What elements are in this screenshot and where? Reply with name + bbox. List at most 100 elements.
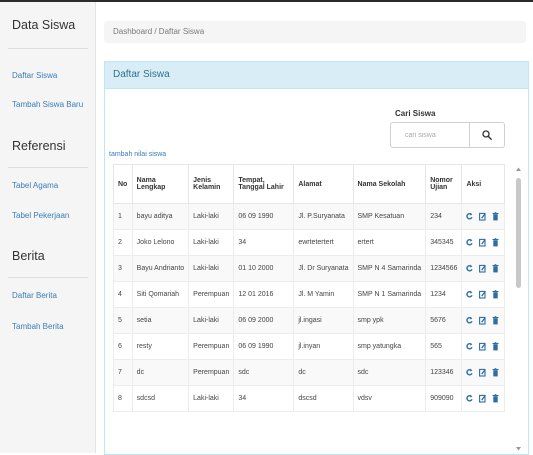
sidebar-item-daftar-berita[interactable]: Daftar Berita xyxy=(12,291,57,300)
cell-no: 6 xyxy=(113,333,133,360)
column-header-nomor-ujian: Nomor Ujian xyxy=(425,164,463,204)
sidebar-divider xyxy=(8,277,88,278)
add-grade-link[interactable]: tambah nilai siswa xyxy=(109,151,166,158)
refresh-icon[interactable] xyxy=(466,212,474,221)
cell-jenis-kelamin: Laki-laki xyxy=(188,203,235,230)
edit-icon[interactable] xyxy=(479,368,487,377)
trash-icon[interactable] xyxy=(492,238,499,247)
edit-icon[interactable] xyxy=(479,212,487,221)
student-list-panel: Daftar Siswa Cari Siswa tambah nilai sis… xyxy=(104,61,529,455)
trash-icon[interactable] xyxy=(492,264,499,273)
refresh-icon[interactable] xyxy=(466,238,474,247)
refresh-icon[interactable] xyxy=(466,264,474,273)
table-row: 1 bayu aditya Laki-laki 06 09 1990 Jl. P.Sur… xyxy=(113,203,505,230)
sidebar-heading-data-siswa: Data Siswa xyxy=(12,18,76,32)
cell-nomor-ujian: 234 xyxy=(425,203,463,230)
refresh-icon[interactable] xyxy=(466,368,474,377)
cell-alamat: Jl. Dr Suryanata xyxy=(293,255,354,282)
cell-nama-lengkap: dc xyxy=(131,359,190,386)
student-table: No Nama Lengkap Jenis Kelamin Tempat, Ta… xyxy=(113,164,505,412)
cell-alamat: jl.inyan xyxy=(293,333,354,360)
cell-nama-lengkap: Bayu Andrianto xyxy=(131,255,190,282)
cell-tempat-tanggal-lahir: sdc xyxy=(233,359,295,386)
cell-tempat-tanggal-lahir: 34 xyxy=(233,229,295,256)
cell-tempat-tanggal-lahir: 12 01 2016 xyxy=(233,281,295,308)
search-button[interactable] xyxy=(469,122,505,148)
cell-no: 1 xyxy=(113,203,133,230)
edit-icon[interactable] xyxy=(479,394,487,403)
cell-nama-sekolah: SMP Kesatuan xyxy=(352,203,427,230)
cell-jenis-kelamin: Perempuan xyxy=(188,333,235,360)
edit-icon[interactable] xyxy=(479,316,487,325)
table-scrollbar[interactable] xyxy=(515,166,522,452)
refresh-icon[interactable] xyxy=(466,290,474,299)
table-row: 8 sdcsd Laki-laki 34 dscsd vdsv 909090 xyxy=(113,385,505,412)
cell-no: 3 xyxy=(113,255,133,282)
cell-nama-sekolah: ertert xyxy=(352,229,427,256)
trash-icon[interactable] xyxy=(492,212,499,221)
cell-aksi xyxy=(461,203,505,230)
scrollbar-thumb[interactable] xyxy=(516,178,521,288)
sidebar-heading-berita: Berita xyxy=(12,249,45,263)
sidebar-item-tabel-pekerjaan[interactable]: Tabel Pekerjaan xyxy=(12,211,69,220)
cell-alamat: ewrtetertert xyxy=(293,229,354,256)
trash-icon[interactable] xyxy=(492,342,499,351)
table-row: 4 Siti Qomariah Perempuan 12 01 2016 Jl. M Y… xyxy=(113,281,505,308)
column-header-no: No xyxy=(113,164,133,204)
refresh-icon[interactable] xyxy=(466,394,474,403)
trash-icon[interactable] xyxy=(492,316,499,325)
search-input[interactable] xyxy=(390,122,470,148)
table-header-row: No Nama Lengkap Jenis Kelamin Tempat, Ta… xyxy=(113,164,505,204)
cell-nama-lengkap: Siti Qomariah xyxy=(131,281,190,308)
cell-nomor-ujian: 1234 xyxy=(425,281,463,308)
sidebar-heading-referensi: Referensi xyxy=(12,139,66,153)
table-row: 7 dc Perempuan sdc dc sdc 123346 xyxy=(113,359,505,386)
trash-icon[interactable] xyxy=(492,394,499,403)
breadcrumb[interactable]: Dashboard / Daftar Siswa xyxy=(104,21,526,43)
search-icon xyxy=(482,130,492,140)
cell-nama-sekolah: sdc xyxy=(352,359,427,386)
cell-jenis-kelamin: Laki-laki xyxy=(188,307,235,334)
cell-alamat: dc xyxy=(293,359,354,386)
sidebar-divider xyxy=(8,48,88,49)
table-body: 1 bayu aditya Laki-laki 06 09 1990 Jl. P.Sur… xyxy=(113,203,505,412)
cell-aksi xyxy=(461,333,505,360)
edit-icon[interactable] xyxy=(479,264,487,273)
cell-no: 8 xyxy=(113,385,133,412)
cell-jenis-kelamin: Laki-laki xyxy=(188,229,235,256)
scroll-up-arrow-icon[interactable] xyxy=(515,166,522,172)
sidebar-item-tabel-agama[interactable]: Tabel Agama xyxy=(12,181,58,190)
cell-nama-lengkap: Joko Lelono xyxy=(131,229,190,256)
cell-nama-sekolah: vdsv xyxy=(352,385,427,412)
cell-tempat-tanggal-lahir: 06 09 1990 xyxy=(233,333,295,360)
table-row: 5 setia Laki-laki 06 09 2000 jl.ingasi smp yp… xyxy=(113,307,505,334)
column-header-alamat: Alamat xyxy=(293,164,354,204)
table-row: 6 resty Perempuan 06 09 1990 jl.inyan smp yat… xyxy=(113,333,505,360)
cell-aksi xyxy=(461,255,505,282)
sidebar-item-tambah-siswa-baru[interactable]: Tambah Siswa Baru xyxy=(12,100,83,109)
cell-nomor-ujian: 5676 xyxy=(425,307,463,334)
trash-icon[interactable] xyxy=(492,290,499,299)
sidebar-item-tambah-berita[interactable]: Tambah Berita xyxy=(12,322,64,331)
cell-alamat: Jl. P.Suryanata xyxy=(293,203,354,230)
refresh-icon[interactable] xyxy=(466,342,474,351)
edit-icon[interactable] xyxy=(479,290,487,299)
refresh-icon[interactable] xyxy=(466,316,474,325)
scroll-down-arrow-icon[interactable] xyxy=(515,446,522,452)
cell-aksi xyxy=(461,307,505,334)
cell-nomor-ujian: 909090 xyxy=(425,385,463,412)
table-row: 3 Bayu Andrianto Laki-laki 01 10 2000 Jl. Dr… xyxy=(113,255,505,282)
cell-jenis-kelamin: Laki-laki xyxy=(188,255,235,282)
trash-icon[interactable] xyxy=(492,368,499,377)
cell-aksi xyxy=(461,229,505,256)
cell-no: 4 xyxy=(113,281,133,308)
cell-tempat-tanggal-lahir: 06 09 1990 xyxy=(233,203,295,230)
edit-icon[interactable] xyxy=(479,238,487,247)
sidebar-item-daftar-siswa[interactable]: Daftar Siswa xyxy=(12,71,57,80)
cell-alamat: jl.ingasi xyxy=(293,307,354,334)
column-header-aksi: Aksi xyxy=(461,164,505,204)
cell-jenis-kelamin: Perempuan xyxy=(188,359,235,386)
search-label: Cari Siswa xyxy=(395,109,436,118)
column-header-nama-lengkap: Nama Lengkap xyxy=(131,164,190,204)
edit-icon[interactable] xyxy=(479,342,487,351)
